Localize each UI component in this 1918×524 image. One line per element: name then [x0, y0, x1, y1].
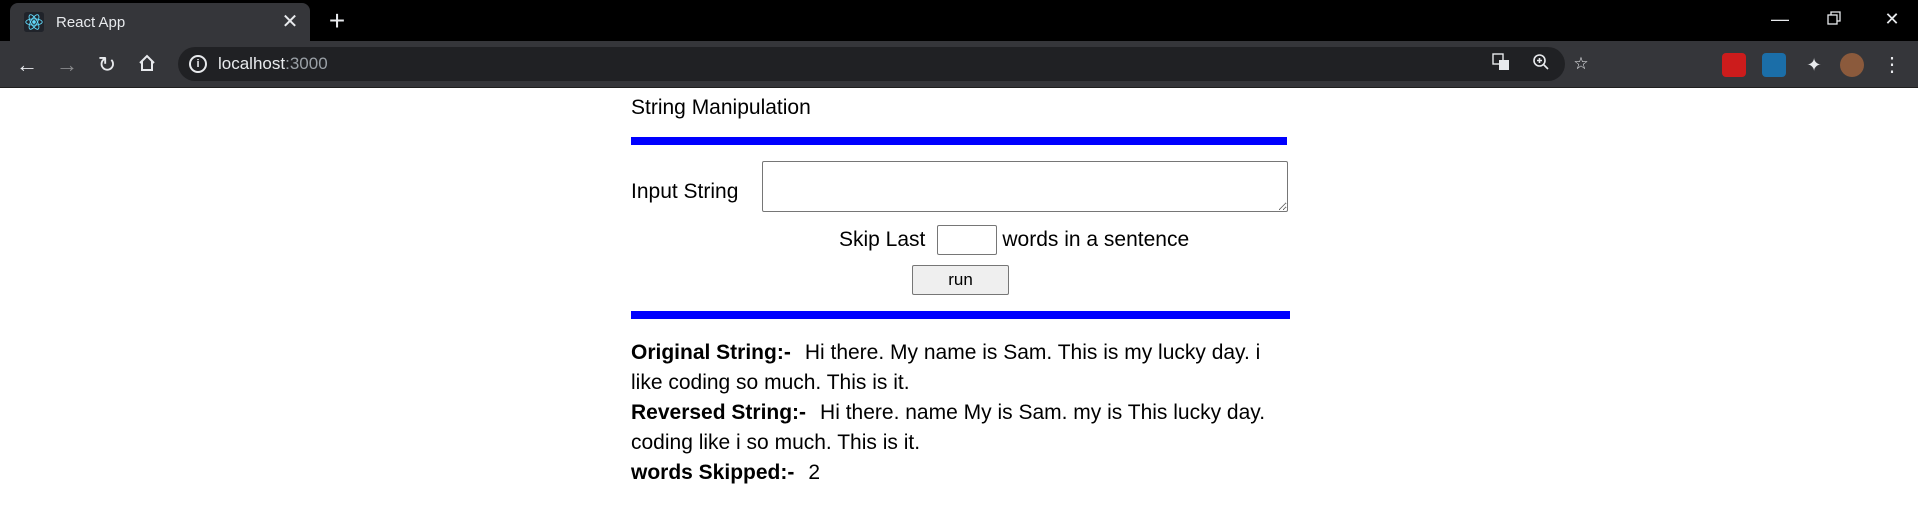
extension-cc-icon[interactable]	[1722, 53, 1746, 77]
bookmark-star-icon[interactable]: ☆	[1570, 53, 1592, 75]
browser-toolbar: ← → ↻ i localhost:3000 ☆ ✦ ⋮	[0, 41, 1918, 88]
url-port: :3000	[285, 54, 328, 73]
restore-icon[interactable]	[1819, 6, 1849, 32]
url-host: localhost	[218, 54, 286, 73]
tab-strip: React App ✕ + — ✕	[0, 0, 1918, 41]
translate-icon[interactable]	[1490, 53, 1512, 75]
menu-kebab-icon[interactable]: ⋮	[1880, 53, 1904, 77]
tab-title: React App	[56, 13, 126, 31]
address-bar[interactable]: i localhost:3000 ☆	[178, 47, 1589, 81]
run-button[interactable]: run	[912, 265, 1009, 295]
words-skipped-label: words Skipped:-	[631, 461, 795, 484]
results-panel: Original String:- Hi there. My name is Sa…	[631, 338, 1291, 488]
tab-close-icon[interactable]: ✕	[280, 12, 300, 32]
profile-avatar[interactable]	[1840, 53, 1864, 77]
input-string-field[interactable]	[762, 161, 1288, 212]
words-skipped-value: 2	[808, 461, 821, 484]
tab-react-app[interactable]: React App ✕	[10, 3, 310, 41]
forward-arrow-icon[interactable]: →	[53, 51, 81, 79]
window-close-icon[interactable]: ✕	[1877, 6, 1907, 32]
reversed-string-label: Reversed String:-	[631, 401, 807, 424]
extension-wave-icon[interactable]	[1762, 53, 1786, 77]
page-title: String Manipulation	[631, 96, 811, 119]
extensions-puzzle-icon[interactable]: ✦	[1802, 53, 1826, 77]
skip-row: Skip Last words in a sentence	[839, 224, 1189, 256]
top-divider	[631, 137, 1287, 145]
skip-suffix-label: words in a sentence	[1002, 228, 1190, 251]
zoom-icon[interactable]	[1530, 53, 1552, 75]
url-text: localhost:3000	[218, 54, 328, 74]
original-string-label: Original String:-	[631, 341, 791, 364]
words-skipped-row: words Skipped:- 2	[631, 458, 1291, 488]
input-string-label: Input String	[631, 180, 739, 203]
new-tab-button[interactable]: +	[324, 7, 350, 35]
skip-prefix-label: Skip Last	[839, 228, 926, 251]
bottom-divider	[631, 311, 1290, 319]
minimize-icon[interactable]: —	[1765, 6, 1795, 32]
original-string-row: Original String:- Hi there. My name is Sa…	[631, 338, 1291, 398]
reload-icon[interactable]: ↻	[93, 51, 121, 79]
react-logo-icon	[24, 12, 44, 32]
back-arrow-icon[interactable]: ←	[13, 51, 41, 79]
site-info-icon[interactable]: i	[189, 55, 207, 73]
skip-count-input[interactable]	[937, 225, 998, 255]
reversed-string-row: Reversed String:- Hi there. name My is Sa…	[631, 398, 1291, 458]
home-icon[interactable]	[133, 51, 161, 79]
